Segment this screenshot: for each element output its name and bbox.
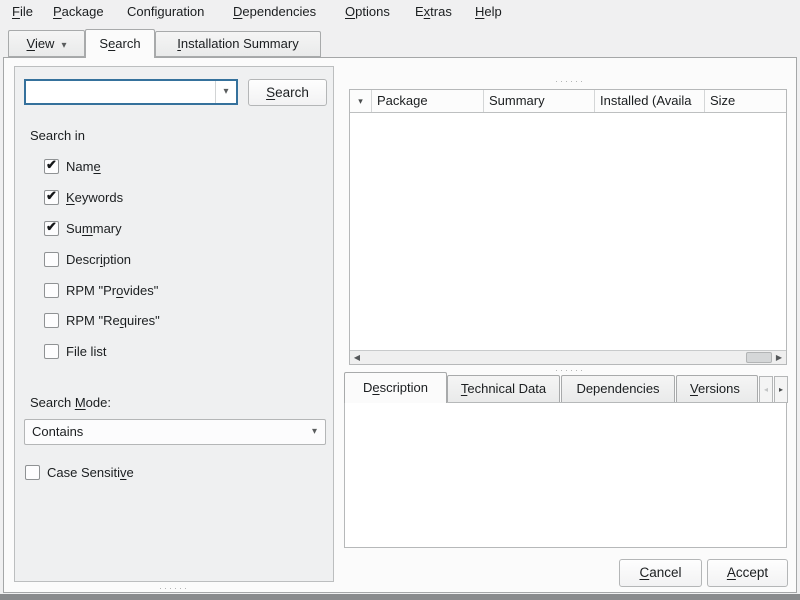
tab-description[interactable]: Description <box>344 372 447 403</box>
checkbox-label: Summary <box>66 221 122 236</box>
tab-search[interactable]: Search <box>85 29 155 58</box>
tab-installation-summary[interactable]: Installation Summary <box>155 31 321 57</box>
search-history-dropdown-icon[interactable]: ▾ <box>215 81 236 103</box>
search-tab-pane: ▾ Search Search in Name Keywords Summary… <box>3 57 797 593</box>
tab-dependencies[interactable]: Dependencies <box>561 375 675 403</box>
column-summary[interactable]: Summary <box>484 90 595 112</box>
search-mode-select[interactable]: Contains ▾ <box>24 419 326 445</box>
checkbox-case-sensitive[interactable]: Case Sensitive <box>25 464 134 480</box>
column-installed[interactable]: Installed (Availa <box>595 90 705 112</box>
accept-button[interactable]: Accept <box>707 559 788 587</box>
search-options-panel: ▾ Search Search in Name Keywords Summary… <box>14 66 334 582</box>
horizontal-scrollbar[interactable]: ◀ ▶ <box>350 350 786 364</box>
scrollbar-thumb[interactable] <box>746 352 772 363</box>
checkbox-label: Name <box>66 159 101 174</box>
menu-dependencies[interactable]: Dependencies <box>229 0 320 24</box>
scroll-left-icon[interactable]: ◀ <box>350 351 364 364</box>
search-mode-value: Contains <box>32 424 83 439</box>
column-package[interactable]: Package <box>372 90 484 112</box>
view-dropdown-tab[interactable]: View ▾ <box>8 30 85 57</box>
splitter-grip[interactable]: ······ <box>555 367 585 373</box>
checkbox-box[interactable] <box>44 252 59 267</box>
checkbox-file-list[interactable]: File list <box>44 343 106 359</box>
checkbox-box[interactable] <box>25 465 40 480</box>
description-panel <box>344 402 787 548</box>
checkbox-box[interactable] <box>44 313 59 328</box>
checkbox-name[interactable]: Name <box>44 158 101 174</box>
checkbox-box[interactable] <box>44 283 59 298</box>
search-mode-label: Search Mode: <box>30 395 111 410</box>
checkbox-summary[interactable]: Summary <box>44 220 122 236</box>
tab-versions[interactable]: Versions <box>676 375 758 403</box>
search-text-field[interactable] <box>28 81 213 103</box>
menu-help[interactable]: Help <box>471 0 506 24</box>
checkbox-box[interactable] <box>44 159 59 174</box>
checkbox-rpm-requires[interactable]: RPM "Requires" <box>44 312 160 328</box>
checkbox-box[interactable] <box>44 190 59 205</box>
tab-scroll-right-icon[interactable]: ▸ <box>774 376 788 403</box>
checkbox-label: RPM "Provides" <box>66 283 158 298</box>
chevron-down-icon: ▾ <box>61 40 66 51</box>
chevron-down-icon: ▾ <box>312 420 317 444</box>
checkbox-label: Case Sensitive <box>47 465 134 480</box>
menu-extras[interactable]: Extras <box>411 0 456 24</box>
menu-bar: File Package Configuration Dependencies … <box>0 0 800 24</box>
splitter-grip[interactable]: ······ <box>555 78 585 84</box>
menu-file[interactable]: File <box>8 0 37 24</box>
package-table: ▾ Package Summary Installed (Availa Size… <box>349 89 787 365</box>
checkbox-label: Description <box>66 252 131 267</box>
checkbox-box[interactable] <box>44 344 59 359</box>
column-status-sort-icon[interactable]: ▾ <box>350 90 372 112</box>
splitter-grip[interactable]: ······ <box>159 585 189 591</box>
column-size[interactable]: Size <box>705 90 786 112</box>
scroll-right-icon[interactable]: ▶ <box>772 351 786 364</box>
view-tab-label: View <box>27 36 55 51</box>
search-in-label: Search in <box>30 128 85 143</box>
package-table-body[interactable] <box>350 113 786 350</box>
window-bottom-edge <box>0 594 800 600</box>
tab-technical-data[interactable]: Technical Data <box>447 375 560 403</box>
package-table-header: ▾ Package Summary Installed (Availa Size <box>350 90 786 113</box>
checkbox-keywords[interactable]: Keywords <box>44 189 123 205</box>
search-input[interactable]: ▾ <box>24 79 238 105</box>
checkbox-rpm-provides[interactable]: RPM "Provides" <box>44 282 158 298</box>
checkbox-box[interactable] <box>44 221 59 236</box>
tab-scroll-left-icon[interactable]: ◂ <box>759 376 773 403</box>
menu-options[interactable]: Options <box>341 0 394 24</box>
checkbox-label: Keywords <box>66 190 123 205</box>
cancel-button[interactable]: Cancel <box>619 559 702 587</box>
menu-configuration[interactable]: Configuration <box>123 0 208 24</box>
checkbox-description[interactable]: Description <box>44 251 131 267</box>
checkbox-label: File list <box>66 344 106 359</box>
checkbox-label: RPM "Requires" <box>66 313 160 328</box>
menu-package[interactable]: Package <box>49 0 108 24</box>
search-button[interactable]: Search <box>248 79 327 106</box>
